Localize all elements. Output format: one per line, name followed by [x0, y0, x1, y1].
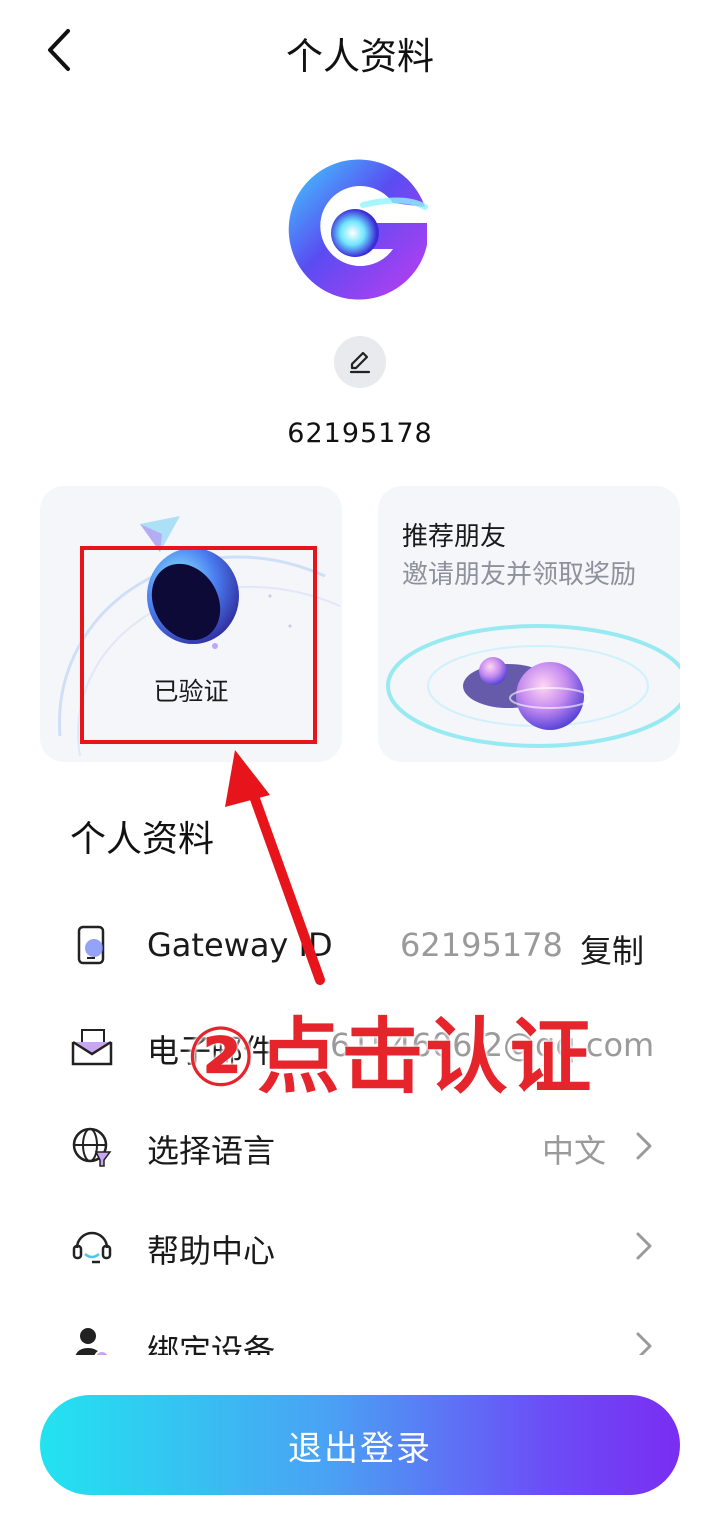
globe-icon [72, 1127, 112, 1167]
help-center-label: 帮助中心 [147, 1232, 276, 1270]
section-title: 个人资料 [70, 819, 215, 860]
copy-button[interactable]: 复制 [580, 926, 644, 972]
mail-icon [71, 1029, 113, 1066]
row-language[interactable]: 选择语言 中文 [0, 1104, 720, 1184]
page-title: 个人资料 [286, 35, 434, 78]
refer-title: 推荐朋友 [402, 522, 507, 552]
gateway-id-value: 62195178 [400, 926, 563, 964]
user-id: 62195178 [287, 418, 433, 449]
chevron-right-icon [636, 1132, 652, 1160]
g-logo-icon [288, 159, 428, 300]
annotation-highlight-box [80, 546, 317, 744]
annotation-text: ②点击认证 [186, 1010, 594, 1105]
row-help-center[interactable]: 帮助中心 [0, 1204, 720, 1284]
pencil-icon [349, 351, 371, 374]
top-bar: 个人资料 [0, 0, 720, 100]
scroll-fade [0, 1355, 720, 1385]
edit-profile-button[interactable] [334, 336, 386, 388]
phone-icon [77, 925, 105, 965]
logout-button[interactable]: 退出登录 [40, 1395, 680, 1495]
row-gateway-id: Gateway ID 62195178 复制 [0, 904, 720, 984]
headset-icon [72, 1231, 112, 1264]
avatar[interactable] [275, 145, 445, 315]
logout-label: 退出登录 [288, 1428, 432, 1469]
refer-friends-card[interactable]: 推荐朋友 邀请朋友并领取奖励 [378, 486, 680, 762]
language-value: 中文 [542, 1132, 607, 1170]
refer-illustration [386, 624, 680, 748]
chevron-right-icon [636, 1232, 652, 1260]
language-label: 选择语言 [147, 1132, 276, 1170]
annotation-arrow-icon [225, 750, 325, 985]
